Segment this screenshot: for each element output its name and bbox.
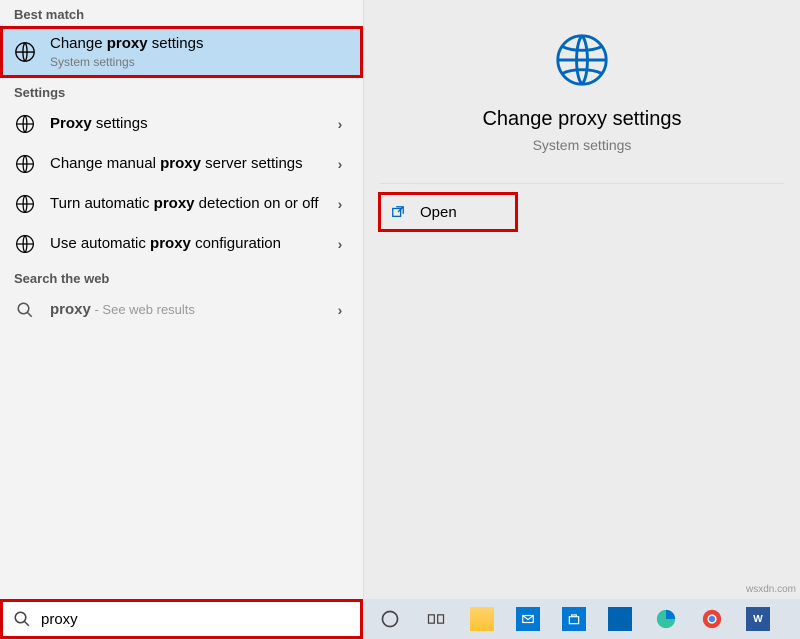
open-label: Open [420, 204, 457, 221]
taskbar-cortana[interactable] [369, 602, 411, 636]
watermark: wsxdn.com [746, 584, 796, 595]
section-best-match: Best match [0, 0, 363, 26]
globe-icon [14, 193, 36, 215]
detail-title: Change proxy settings [482, 108, 681, 131]
taskbar-chrome[interactable] [691, 602, 733, 636]
chevron-right-icon: › [331, 302, 349, 318]
taskbar-app-tile[interactable] [599, 602, 641, 636]
search-icon [13, 610, 31, 628]
detail-panel: Change proxy settings System settings Op… [363, 0, 800, 599]
detail-subtitle: System settings [533, 137, 632, 153]
search-input[interactable] [41, 611, 350, 628]
settings-item-manual-proxy[interactable]: Change manual proxy server settings › [0, 144, 363, 184]
taskbar-word[interactable]: W [737, 602, 779, 636]
search-box[interactable] [0, 599, 363, 639]
globe-icon-large [552, 30, 612, 90]
section-web: Search the web [0, 264, 363, 290]
web-result-title: proxy - See web results [50, 300, 331, 320]
taskbar-edge[interactable] [645, 602, 687, 636]
search-icon [14, 299, 36, 321]
globe-icon [14, 41, 36, 63]
taskbar: W [363, 599, 800, 639]
settings-item-auto-detect[interactable]: Turn automatic proxy detection on or off… [0, 184, 363, 224]
globe-icon [14, 113, 36, 135]
best-match-result[interactable]: Change proxy settings System settings [0, 26, 363, 78]
taskbar-explorer[interactable] [461, 602, 503, 636]
section-settings: Settings [0, 78, 363, 104]
taskbar-store[interactable] [553, 602, 595, 636]
open-icon [390, 204, 406, 220]
settings-item-proxy[interactable]: Proxy settings › [0, 104, 363, 144]
chevron-right-icon: › [331, 116, 349, 132]
result-title: Use automatic proxy configuration [50, 234, 331, 254]
chevron-right-icon: › [331, 156, 349, 172]
result-title: Change manual proxy server settings [50, 154, 331, 174]
best-match-title: Change proxy settings [50, 34, 349, 54]
open-action[interactable]: Open [378, 192, 518, 232]
settings-item-auto-config[interactable]: Use automatic proxy configuration › [0, 224, 363, 264]
taskbar-taskview[interactable] [415, 602, 457, 636]
best-match-subtitle: System settings [50, 55, 349, 71]
web-result[interactable]: proxy - See web results › [0, 290, 363, 330]
globe-icon [14, 153, 36, 175]
result-title: Turn automatic proxy detection on or off [50, 194, 331, 214]
chevron-right-icon: › [331, 196, 349, 212]
search-results-panel: Best match Change proxy settings System … [0, 0, 363, 599]
chevron-right-icon: › [331, 236, 349, 252]
taskbar-mail[interactable] [507, 602, 549, 636]
globe-icon [14, 233, 36, 255]
result-title: Proxy settings [50, 114, 331, 134]
